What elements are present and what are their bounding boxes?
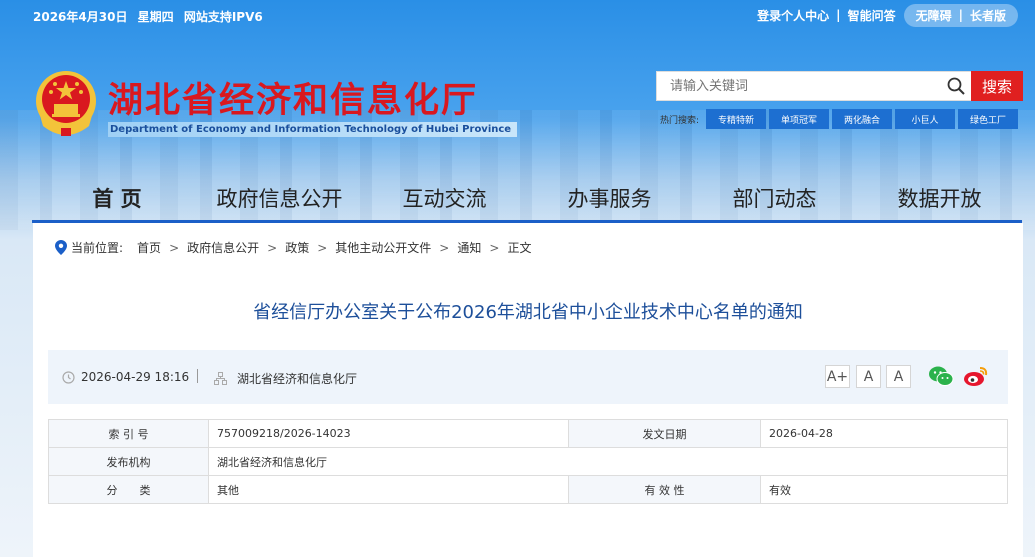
validity-value: 有效 xyxy=(760,475,1008,504)
table-row: 索 引 号 757009218/2026-14023 发文日期 2026-04-… xyxy=(48,419,1008,448)
breadcrumb-item: 正文 xyxy=(507,241,532,255)
chevron-right-icon: > xyxy=(267,240,278,255)
publish-datetime: 2026-04-29 18:16 xyxy=(81,370,190,384)
document-info-table: 索 引 号 757009218/2026-14023 发文日期 2026-04-… xyxy=(48,419,1008,504)
hot-search: 热门搜索: 专精特新 单项冠军 两化融合 小巨人 绿色工厂 xyxy=(660,108,1021,130)
divider: | xyxy=(958,8,963,22)
chevron-right-icon: > xyxy=(169,240,180,255)
divider: | xyxy=(836,8,841,22)
search-icon[interactable] xyxy=(941,72,971,100)
source-name: 湖北省经济和信息化厅 xyxy=(237,372,358,386)
chevron-right-icon: > xyxy=(489,240,500,255)
main-nav: 首 页 政府信息公开 互动交流 办事服务 部门动态 数据开放 xyxy=(32,176,1022,222)
article-meta-bar: 2026-04-29 18:16 湖北省经济和信息化厅 A+ A A xyxy=(48,350,1008,404)
current-date: 2026年4月30日 xyxy=(33,10,128,24)
hot-tag[interactable]: 绿色工厂 xyxy=(958,109,1019,129)
ipv6-notice: 网站支持IPV6 xyxy=(183,10,263,24)
hot-tag[interactable]: 专精特新 xyxy=(706,109,767,129)
date-info: 2026年4月30日 星期四 网站支持IPV6 xyxy=(33,8,269,25)
breadcrumb-item[interactable]: 其他主动公开文件 xyxy=(335,239,431,256)
index-value: 757009218/2026-14023 xyxy=(208,419,569,448)
nav-interaction[interactable]: 互动交流 xyxy=(382,176,507,220)
nav-open-data[interactable]: 数据开放 xyxy=(877,176,1002,220)
accessible-link[interactable]: 无障碍 xyxy=(916,7,952,24)
date-label: 发文日期 xyxy=(568,419,761,448)
breadcrumb-item[interactable]: 政策 xyxy=(285,239,309,256)
nav-news[interactable]: 部门动态 xyxy=(712,176,837,220)
hot-tag[interactable]: 单项冠军 xyxy=(769,109,830,129)
main-content: 当前位置: 首页 > 政府信息公开 > 政策 > 其他主动公开文件 > 通知 >… xyxy=(33,223,1023,557)
hot-search-label: 热门搜索: xyxy=(660,115,700,126)
org-label: 发布机构 xyxy=(48,447,209,476)
top-bar: 2026年4月30日 星期四 网站支持IPV6 登录个人中心 | 智能问答 无障… xyxy=(0,0,1035,30)
site-title: 湖北省经济和信息化厅 xyxy=(108,80,479,121)
divider xyxy=(197,369,198,383)
login-link[interactable]: 登录个人中心 xyxy=(757,7,829,24)
clock-icon xyxy=(62,370,75,384)
location-pin-icon xyxy=(55,240,67,255)
font-decrease-button[interactable]: A xyxy=(886,365,911,388)
breadcrumb-item[interactable]: 首页 xyxy=(137,239,161,256)
accessibility-pill: 无障碍 | 长者版 xyxy=(903,3,1018,27)
search-box xyxy=(656,71,972,101)
hot-tag[interactable]: 小巨人 xyxy=(895,109,956,129)
font-increase-button[interactable]: A+ xyxy=(825,365,850,388)
publish-time: 2026-04-29 18:16 xyxy=(62,370,189,384)
search-input[interactable] xyxy=(657,72,941,100)
chevron-right-icon: > xyxy=(439,240,450,255)
org-icon xyxy=(214,372,227,385)
breadcrumb: 当前位置: 首页 > 政府信息公开 > 政策 > 其他主动公开文件 > 通知 >… xyxy=(55,239,531,256)
index-label: 索 引 号 xyxy=(48,419,209,448)
chevron-right-icon: > xyxy=(317,240,328,255)
date-value: 2026-04-28 xyxy=(760,419,1008,448)
nav-services[interactable]: 办事服务 xyxy=(547,176,672,220)
table-row: 发布机构 湖北省经济和信息化厅 xyxy=(48,447,1008,476)
category-label: 分 类 xyxy=(48,475,209,504)
site-subtitle: Department of Economy and Information Te… xyxy=(108,122,518,137)
article-title: 省经信厅办公室关于公布2026年湖北省中小企业技术中心名单的通知 xyxy=(253,302,803,323)
top-links: 登录个人中心 | 智能问答 无障碍 | 长者版 xyxy=(757,3,1018,27)
search-button[interactable]: 搜索 xyxy=(971,71,1023,101)
font-default-button[interactable]: A xyxy=(856,365,881,388)
breadcrumb-item[interactable]: 政府信息公开 xyxy=(187,239,259,256)
weibo-icon[interactable] xyxy=(963,364,989,388)
category-value: 其他 xyxy=(208,475,569,504)
wechat-icon[interactable] xyxy=(928,364,954,388)
breadcrumb-item[interactable]: 通知 xyxy=(457,239,481,256)
elder-link[interactable]: 长者版 xyxy=(970,7,1006,24)
table-row: 分 类 其他 有 效 性 有效 xyxy=(48,475,1008,504)
national-emblem-icon xyxy=(33,68,99,138)
breadcrumb-label: 当前位置: xyxy=(71,241,124,255)
org-value: 湖北省经济和信息化厅 xyxy=(208,447,1008,476)
weekday: 星期四 xyxy=(137,10,174,24)
article-source: 湖北省经济和信息化厅 xyxy=(214,370,357,387)
validity-label: 有 效 性 xyxy=(568,475,761,504)
nav-gov-info[interactable]: 政府信息公开 xyxy=(202,176,357,220)
nav-home[interactable]: 首 页 xyxy=(62,176,172,220)
hot-tag[interactable]: 两化融合 xyxy=(832,109,893,129)
qa-link[interactable]: 智能问答 xyxy=(848,7,896,24)
